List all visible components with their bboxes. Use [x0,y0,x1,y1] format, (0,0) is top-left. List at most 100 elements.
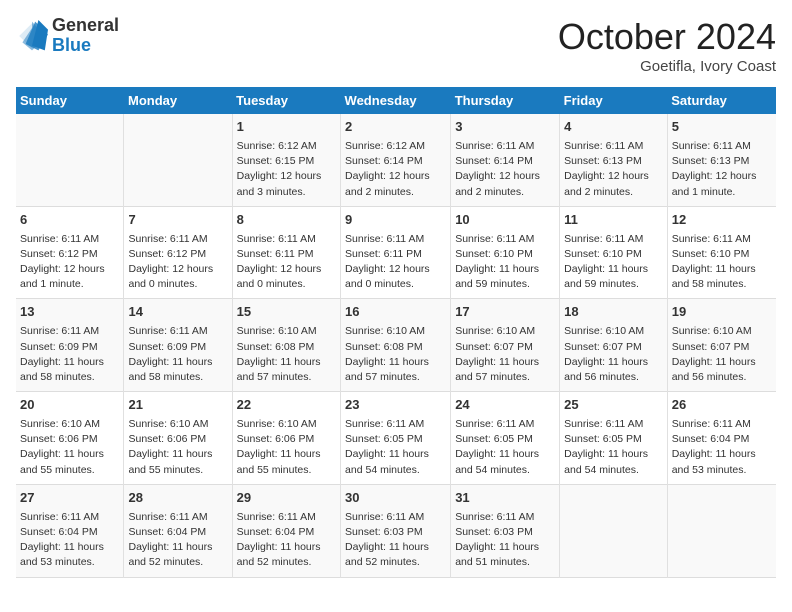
cell-info: Sunrise: 6:11 AM Sunset: 6:05 PM Dayligh… [455,417,555,478]
cell-info: Sunrise: 6:10 AM Sunset: 6:07 PM Dayligh… [672,324,772,385]
header-row: SundayMondayTuesdayWednesdayThursdayFrid… [16,87,776,114]
day-number: 21 [128,396,227,415]
logo-text: General Blue [52,16,119,56]
day-number: 4 [564,118,663,137]
week-row-5: 27Sunrise: 6:11 AM Sunset: 6:04 PM Dayli… [16,484,776,577]
calendar-cell: 27Sunrise: 6:11 AM Sunset: 6:04 PM Dayli… [16,484,124,577]
day-number: 7 [128,211,227,230]
logo-general: General [52,15,119,35]
cell-info: Sunrise: 6:11 AM Sunset: 6:14 PM Dayligh… [455,139,555,200]
week-row-4: 20 Sunrise: 6:10 AM Sunset: 6:06 PM Dayli… [16,392,776,485]
calendar-cell: 7 Sunrise: 6:11 AM Sunset: 6:12 PM Daylig… [124,206,232,299]
cell-info: Sunrise: 6:10 AM Sunset: 6:06 PM Dayligh… [237,417,336,478]
logo-icon [16,20,48,52]
week-row-3: 13 Sunrise: 6:11 AM Sunset: 6:09 PM Dayli… [16,299,776,392]
day-number: 24 [455,396,555,415]
cell-info: Sunrise: 6:11 AM Sunset: 6:03 PM Dayligh… [345,510,446,571]
cell-info: Sunrise: 6:11 AM Sunset: 6:12 PM Dayligh… [128,232,227,293]
cell-info: Sunrise: 6:11 AM Sunset: 6:05 PM Dayligh… [345,417,446,478]
cell-info: Sunrise: 6:11 AM Sunset: 6:09 PM Dayligh… [20,324,119,385]
day-number: 11 [564,211,663,230]
column-header-friday: Friday [560,87,668,114]
cell-info: Sunrise: 6:11 AM Sunset: 6:03 PM Dayligh… [455,510,555,571]
cell-info: Sunrise: 6:11 AM Sunset: 6:12 PM Dayligh… [20,232,119,293]
calendar-cell [667,484,776,577]
day-number: 1 [237,118,336,137]
calendar-cell [560,484,668,577]
calendar-cell: 28Sunrise: 6:11 AM Sunset: 6:04 PM Dayli… [124,484,232,577]
logo: General Blue [16,16,119,56]
cell-info: Sunrise: 6:10 AM Sunset: 6:06 PM Dayligh… [20,417,119,478]
calendar-cell: 17Sunrise: 6:10 AM Sunset: 6:07 PM Dayli… [451,299,560,392]
calendar-cell: 19 Sunrise: 6:10 AM Sunset: 6:07 PM Dayli… [667,299,776,392]
location: Goetifla, Ivory Coast [558,58,776,75]
day-number: 25 [564,396,663,415]
day-number: 30 [345,489,446,508]
day-number: 31 [455,489,555,508]
day-number: 22 [237,396,336,415]
calendar-cell: 4 Sunrise: 6:11 AM Sunset: 6:13 PM Daylig… [560,114,668,206]
cell-info: Sunrise: 6:10 AM Sunset: 6:07 PM Dayligh… [564,324,663,385]
day-number: 19 [672,303,772,322]
cell-info: Sunrise: 6:11 AM Sunset: 6:10 PM Dayligh… [564,232,663,293]
day-number: 5 [672,118,772,137]
calendar-cell: 6 Sunrise: 6:11 AM Sunset: 6:12 PM Daylig… [16,206,124,299]
calendar-cell: 15Sunrise: 6:10 AM Sunset: 6:08 PM Dayli… [232,299,340,392]
cell-info: Sunrise: 6:10 AM Sunset: 6:08 PM Dayligh… [345,324,446,385]
day-number: 15 [237,303,336,322]
week-row-1: 1 Sunrise: 6:12 AM Sunset: 6:15 PM Daylig… [16,114,776,206]
calendar-cell: 24 Sunrise: 6:11 AM Sunset: 6:05 PM Dayli… [451,392,560,485]
cell-info: Sunrise: 6:11 AM Sunset: 6:10 PM Dayligh… [455,232,555,293]
week-row-2: 6 Sunrise: 6:11 AM Sunset: 6:12 PM Daylig… [16,206,776,299]
cell-info: Sunrise: 6:12 AM Sunset: 6:14 PM Dayligh… [345,139,446,200]
calendar-cell: 11 Sunrise: 6:11 AM Sunset: 6:10 PM Dayli… [560,206,668,299]
day-number: 10 [455,211,555,230]
day-number: 2 [345,118,446,137]
day-number: 8 [237,211,336,230]
calendar-cell [124,114,232,206]
title-block: October 2024 Goetifla, Ivory Coast [558,16,776,75]
calendar-cell: 20 Sunrise: 6:10 AM Sunset: 6:06 PM Dayli… [16,392,124,485]
calendar-cell: 1 Sunrise: 6:12 AM Sunset: 6:15 PM Daylig… [232,114,340,206]
column-header-thursday: Thursday [451,87,560,114]
calendar-cell: 26 Sunrise: 6:11 AM Sunset: 6:04 PM Dayli… [667,392,776,485]
column-header-wednesday: Wednesday [341,87,451,114]
calendar-cell: 21Sunrise: 6:10 AM Sunset: 6:06 PM Dayli… [124,392,232,485]
cell-info: Sunrise: 6:11 AM Sunset: 6:11 PM Dayligh… [345,232,446,293]
cell-info: Sunrise: 6:11 AM Sunset: 6:04 PM Dayligh… [20,510,119,571]
calendar-cell: 3Sunrise: 6:11 AM Sunset: 6:14 PM Daylig… [451,114,560,206]
calendar-cell: 22 Sunrise: 6:10 AM Sunset: 6:06 PM Dayli… [232,392,340,485]
calendar-cell: 14Sunrise: 6:11 AM Sunset: 6:09 PM Dayli… [124,299,232,392]
calendar-cell: 2 Sunrise: 6:12 AM Sunset: 6:14 PM Daylig… [341,114,451,206]
day-number: 20 [20,396,119,415]
cell-info: Sunrise: 6:10 AM Sunset: 6:07 PM Dayligh… [455,324,555,385]
logo-blue: Blue [52,35,91,55]
calendar-cell: 18Sunrise: 6:10 AM Sunset: 6:07 PM Dayli… [560,299,668,392]
day-number: 9 [345,211,446,230]
day-number: 16 [345,303,446,322]
day-number: 29 [237,489,336,508]
calendar-cell: 16 Sunrise: 6:10 AM Sunset: 6:08 PM Dayli… [341,299,451,392]
column-header-monday: Monday [124,87,232,114]
day-number: 26 [672,396,772,415]
cell-info: Sunrise: 6:11 AM Sunset: 6:10 PM Dayligh… [672,232,772,293]
day-number: 13 [20,303,119,322]
cell-info: Sunrise: 6:11 AM Sunset: 6:04 PM Dayligh… [672,417,772,478]
column-header-saturday: Saturday [667,87,776,114]
cell-info: Sunrise: 6:11 AM Sunset: 6:09 PM Dayligh… [128,324,227,385]
calendar-cell: 12Sunrise: 6:11 AM Sunset: 6:10 PM Dayli… [667,206,776,299]
calendar-header: SundayMondayTuesdayWednesdayThursdayFrid… [16,87,776,114]
cell-info: Sunrise: 6:11 AM Sunset: 6:13 PM Dayligh… [564,139,663,200]
page-header: General Blue October 2024 Goetifla, Ivor… [16,16,776,75]
day-number: 23 [345,396,446,415]
calendar-cell: 31 Sunrise: 6:11 AM Sunset: 6:03 PM Dayli… [451,484,560,577]
column-header-tuesday: Tuesday [232,87,340,114]
cell-info: Sunrise: 6:12 AM Sunset: 6:15 PM Dayligh… [237,139,336,200]
calendar-cell: 30 Sunrise: 6:11 AM Sunset: 6:03 PM Dayli… [341,484,451,577]
day-number: 6 [20,211,119,230]
calendar-cell: 9 Sunrise: 6:11 AM Sunset: 6:11 PM Daylig… [341,206,451,299]
cell-info: Sunrise: 6:11 AM Sunset: 6:05 PM Dayligh… [564,417,663,478]
calendar-cell: 13 Sunrise: 6:11 AM Sunset: 6:09 PM Dayli… [16,299,124,392]
calendar-cell: 5Sunrise: 6:11 AM Sunset: 6:13 PM Daylig… [667,114,776,206]
calendar-body: 1 Sunrise: 6:12 AM Sunset: 6:15 PM Daylig… [16,114,776,577]
